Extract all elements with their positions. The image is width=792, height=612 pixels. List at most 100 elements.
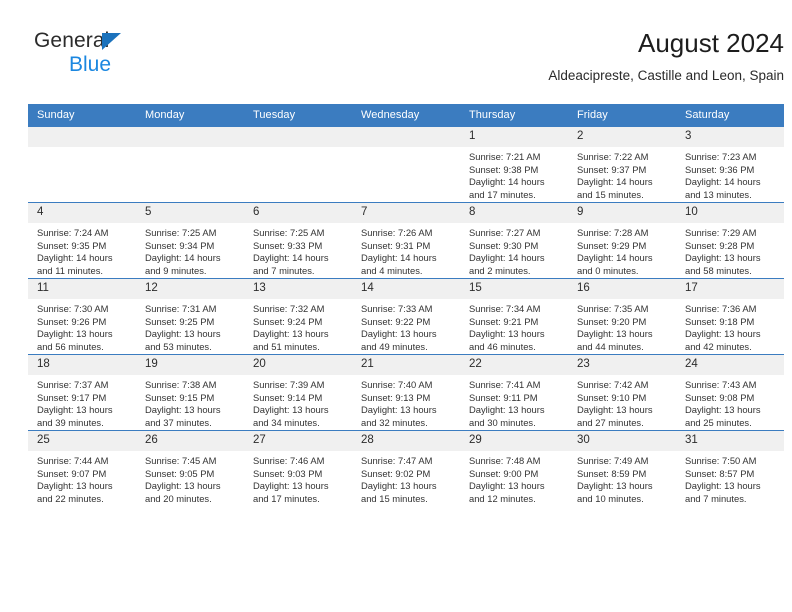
sunrise-text: Sunrise: 7:29 AM xyxy=(685,227,757,238)
calendar-week-row: 25 Sunrise: 7:44 AM Sunset: 9:07 PM Dayligh… xyxy=(28,430,784,506)
day-number: 24 xyxy=(676,355,784,375)
day-number xyxy=(244,127,352,147)
daylight-text: Daylight: 13 hours and 56 minutes. xyxy=(37,328,113,352)
calendar-day-cell[interactable]: 9 Sunrise: 7:28 AM Sunset: 9:29 PM Daylight… xyxy=(568,202,676,279)
calendar-day-cell[interactable]: 16 Sunrise: 7:35 AM Sunset: 9:20 PM Dayligh… xyxy=(568,278,676,355)
day-details: Sunrise: 7:33 AM Sunset: 9:22 PM Daylight:… xyxy=(352,299,460,353)
sunset-text: Sunset: 9:15 PM xyxy=(145,391,215,403)
day-number: 26 xyxy=(136,431,244,451)
day-number: 11 xyxy=(28,279,136,299)
daylight-text: Daylight: 14 hours and 4 minutes. xyxy=(361,252,437,276)
sunset-text: Sunset: 9:03 PM xyxy=(253,467,323,479)
day-details: Sunrise: 7:32 AM Sunset: 9:24 PM Daylight:… xyxy=(244,299,352,353)
calendar-day-cell[interactable]: 18 Sunrise: 7:37 AM Sunset: 9:17 PM Dayligh… xyxy=(28,354,136,431)
sunset-text: Sunset: 9:20 PM xyxy=(577,315,647,327)
calendar-day-cell[interactable]: 7 Sunrise: 7:26 AM Sunset: 9:31 PM Daylight… xyxy=(352,202,460,279)
calendar-table: Sunday Monday Tuesday Wednesday Thursday… xyxy=(28,104,784,506)
calendar-day-cell[interactable]: 8 Sunrise: 7:27 AM Sunset: 9:30 PM Daylight… xyxy=(460,202,568,279)
day-number: 23 xyxy=(568,355,676,375)
sunset-text: Sunset: 9:02 PM xyxy=(361,467,431,479)
generalblue-logo[interactable]: General Blue xyxy=(34,30,234,88)
calendar-day-cell[interactable]: 14 Sunrise: 7:33 AM Sunset: 9:22 PM Dayligh… xyxy=(352,278,460,355)
sunset-text: Sunset: 9:33 PM xyxy=(253,239,323,251)
weekday-header-tuesday: Tuesday xyxy=(244,104,352,127)
day-number xyxy=(352,127,460,147)
daylight-text: Daylight: 13 hours and 12 minutes. xyxy=(469,480,545,504)
day-details: Sunrise: 7:50 AM Sunset: 8:57 PM Daylight:… xyxy=(676,451,784,505)
day-details: Sunrise: 7:43 AM Sunset: 9:08 PM Daylight:… xyxy=(676,375,784,429)
weekday-header-sunday: Sunday xyxy=(28,104,136,127)
calendar-day-cell-empty xyxy=(352,126,460,203)
day-details: Sunrise: 7:38 AM Sunset: 9:15 PM Daylight:… xyxy=(136,375,244,429)
sunset-text: Sunset: 9:28 PM xyxy=(685,239,755,251)
daylight-text: Daylight: 13 hours and 34 minutes. xyxy=(253,404,329,428)
calendar-day-cell[interactable]: 12 Sunrise: 7:31 AM Sunset: 9:25 PM Dayligh… xyxy=(136,278,244,355)
calendar-week-row: 11 Sunrise: 7:30 AM Sunset: 9:26 PM Dayligh… xyxy=(28,278,784,355)
calendar-week-row: 1 Sunrise: 7:21 AM Sunset: 9:38 PM Daylight… xyxy=(28,126,784,203)
calendar-day-cell[interactable]: 22 Sunrise: 7:41 AM Sunset: 9:11 PM Dayligh… xyxy=(460,354,568,431)
day-number: 15 xyxy=(460,279,568,299)
day-number: 28 xyxy=(352,431,460,451)
calendar-day-cell[interactable]: 1 Sunrise: 7:21 AM Sunset: 9:38 PM Daylight… xyxy=(460,126,568,203)
weekday-header-wednesday: Wednesday xyxy=(352,104,460,127)
calendar-day-cell[interactable]: 19 Sunrise: 7:38 AM Sunset: 9:15 PM Dayligh… xyxy=(136,354,244,431)
day-number: 30 xyxy=(568,431,676,451)
day-number: 3 xyxy=(676,127,784,147)
calendar-day-cell[interactable]: 13 Sunrise: 7:32 AM Sunset: 9:24 PM Dayligh… xyxy=(244,278,352,355)
calendar-day-cell[interactable]: 5 Sunrise: 7:25 AM Sunset: 9:34 PM Daylight… xyxy=(136,202,244,279)
calendar-day-cell[interactable]: 4 Sunrise: 7:24 AM Sunset: 9:35 PM Daylight… xyxy=(28,202,136,279)
calendar-day-cell[interactable]: 6 Sunrise: 7:25 AM Sunset: 9:33 PM Daylight… xyxy=(244,202,352,279)
sunrise-text: Sunrise: 7:47 AM xyxy=(361,455,433,466)
calendar-day-cell[interactable]: 25 Sunrise: 7:44 AM Sunset: 9:07 PM Dayligh… xyxy=(28,430,136,506)
daylight-text: Daylight: 13 hours and 10 minutes. xyxy=(577,480,653,504)
calendar-day-cell[interactable]: 24 Sunrise: 7:43 AM Sunset: 9:08 PM Dayligh… xyxy=(676,354,784,431)
day-details: Sunrise: 7:24 AM Sunset: 9:35 PM Daylight:… xyxy=(28,223,136,277)
sunset-text: Sunset: 9:11 PM xyxy=(469,391,538,403)
day-number: 9 xyxy=(568,203,676,223)
sunrise-text: Sunrise: 7:37 AM xyxy=(37,379,109,390)
calendar-page: General Blue August 2024 Aldeacipreste, … xyxy=(0,0,792,612)
sunset-text: Sunset: 9:36 PM xyxy=(685,163,755,175)
day-number: 14 xyxy=(352,279,460,299)
calendar-day-cell[interactable]: 3 Sunrise: 7:23 AM Sunset: 9:36 PM Daylight… xyxy=(676,126,784,203)
calendar-day-cell[interactable]: 20 Sunrise: 7:39 AM Sunset: 9:14 PM Dayligh… xyxy=(244,354,352,431)
weekday-header-friday: Friday xyxy=(568,104,676,127)
day-details: Sunrise: 7:48 AM Sunset: 9:00 PM Daylight:… xyxy=(460,451,568,505)
calendar-day-cell[interactable]: 17 Sunrise: 7:36 AM Sunset: 9:18 PM Dayligh… xyxy=(676,278,784,355)
sunset-text: Sunset: 9:10 PM xyxy=(577,391,647,403)
daylight-text: Daylight: 13 hours and 53 minutes. xyxy=(145,328,221,352)
sunrise-text: Sunrise: 7:50 AM xyxy=(685,455,757,466)
day-number: 31 xyxy=(676,431,784,451)
logo-text-general: General xyxy=(34,29,110,52)
calendar-day-cell[interactable]: 29 Sunrise: 7:48 AM Sunset: 9:00 PM Dayligh… xyxy=(460,430,568,506)
day-number: 7 xyxy=(352,203,460,223)
day-details: Sunrise: 7:22 AM Sunset: 9:37 PM Daylight:… xyxy=(568,147,676,201)
day-details: Sunrise: 7:37 AM Sunset: 9:17 PM Daylight:… xyxy=(28,375,136,429)
sunset-text: Sunset: 9:30 PM xyxy=(469,239,539,251)
calendar-day-cell[interactable]: 27 Sunrise: 7:46 AM Sunset: 9:03 PM Dayligh… xyxy=(244,430,352,506)
sunrise-text: Sunrise: 7:44 AM xyxy=(37,455,109,466)
calendar-day-cell[interactable]: 26 Sunrise: 7:45 AM Sunset: 9:05 PM Dayligh… xyxy=(136,430,244,506)
sunset-text: Sunset: 9:24 PM xyxy=(253,315,323,327)
day-number: 6 xyxy=(244,203,352,223)
calendar-day-cell[interactable]: 15 Sunrise: 7:34 AM Sunset: 9:21 PM Dayligh… xyxy=(460,278,568,355)
calendar-day-cell[interactable]: 23 Sunrise: 7:42 AM Sunset: 9:10 PM Dayligh… xyxy=(568,354,676,431)
sunset-text: Sunset: 8:57 PM xyxy=(685,467,755,479)
sunrise-text: Sunrise: 7:36 AM xyxy=(685,303,757,314)
calendar-day-cell[interactable]: 2 Sunrise: 7:22 AM Sunset: 9:37 PM Daylight… xyxy=(568,126,676,203)
sunset-text: Sunset: 9:00 PM xyxy=(469,467,539,479)
daylight-text: Daylight: 13 hours and 49 minutes. xyxy=(361,328,437,352)
calendar-day-cell[interactable]: 31 Sunrise: 7:50 AM Sunset: 8:57 PM Dayligh… xyxy=(676,430,784,506)
sunrise-text: Sunrise: 7:41 AM xyxy=(469,379,541,390)
sunset-text: Sunset: 9:07 PM xyxy=(37,467,107,479)
sunrise-text: Sunrise: 7:27 AM xyxy=(469,227,541,238)
calendar-day-cell[interactable]: 21 Sunrise: 7:40 AM Sunset: 9:13 PM Dayligh… xyxy=(352,354,460,431)
calendar-day-cell[interactable]: 10 Sunrise: 7:29 AM Sunset: 9:28 PM Dayligh… xyxy=(676,202,784,279)
calendar-day-cell[interactable]: 11 Sunrise: 7:30 AM Sunset: 9:26 PM Dayligh… xyxy=(28,278,136,355)
sunrise-text: Sunrise: 7:34 AM xyxy=(469,303,541,314)
calendar-day-cell[interactable]: 28 Sunrise: 7:47 AM Sunset: 9:02 PM Dayligh… xyxy=(352,430,460,506)
daylight-text: Daylight: 14 hours and 13 minutes. xyxy=(685,176,761,200)
calendar-day-cell[interactable]: 30 Sunrise: 7:49 AM Sunset: 8:59 PM Dayligh… xyxy=(568,430,676,506)
sunrise-text: Sunrise: 7:38 AM xyxy=(145,379,217,390)
day-details: Sunrise: 7:41 AM Sunset: 9:11 PM Daylight:… xyxy=(460,375,568,429)
